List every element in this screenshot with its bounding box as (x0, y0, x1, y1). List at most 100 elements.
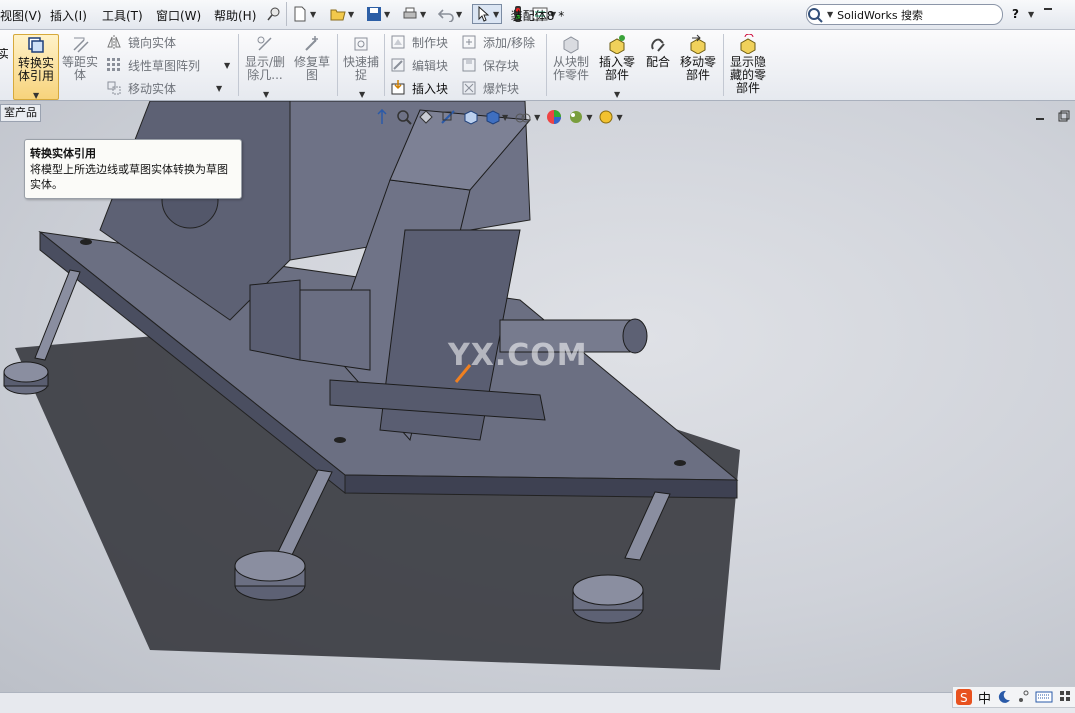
svg-text:S: S (960, 691, 968, 705)
tooltip-description: 将模型上所选边线或草图实体转换为草图实体。 (30, 163, 228, 191)
convert-entities-label: 转换实体引用 (17, 56, 54, 83)
mate-icon (651, 38, 665, 52)
insert-component-label: 插入零部件 (598, 55, 635, 82)
show-hidden-components-button[interactable]: 显示隐藏的零部件 (727, 34, 769, 95)
mirror-entities-button[interactable]: 镜向实体 (106, 32, 176, 52)
linear-pattern-dropdown-icon[interactable]: ▼ (224, 61, 230, 70)
options-button[interactable]: ▼ (532, 4, 556, 24)
minimize-icon[interactable] (1044, 8, 1052, 11)
move-entities-label: 移动实体 (128, 81, 177, 96)
mate-button[interactable]: 配合 (642, 34, 674, 69)
view-settings-icon[interactable] (598, 109, 614, 125)
undo-button[interactable]: ▼ (438, 4, 462, 24)
display-style-icon[interactable] (484, 109, 500, 125)
select-button[interactable]: ▼ (472, 4, 503, 24)
quick-snaps-label: 快速捕捉 (342, 55, 379, 82)
viewport-minimize-icon[interactable] (1036, 118, 1044, 120)
print-button[interactable]: ▼ (402, 4, 426, 24)
repair-sketch-label: 修复草图 (293, 55, 330, 82)
repair-sketch-icon (305, 36, 318, 51)
make-part-label: 从块制作零件 (552, 55, 589, 82)
menu-window[interactable]: 窗口(W) (156, 7, 201, 24)
insert-component-button[interactable]: 插入零部件 ▼ (596, 34, 638, 99)
ime-mode-label[interactable]: 中 (978, 688, 991, 707)
make-part-icon (563, 36, 579, 54)
save-button[interactable]: ▼ (366, 4, 390, 24)
sogou-logo-icon: S (956, 689, 972, 705)
command-tooltip: 转换实体引用 将模型上所选边线或草图实体转换为草图实体。 (24, 139, 242, 199)
previous-view-icon[interactable] (418, 109, 434, 125)
move-component-button[interactable]: 移动零部件 (677, 34, 719, 82)
mirror-icon (107, 35, 121, 49)
convert-entities-button[interactable]: 转换实体引用 ▼ (13, 34, 59, 100)
move-component-icon (690, 34, 706, 54)
quick-snaps-dropdown-icon[interactable]: ▼ (359, 88, 365, 101)
grid-icon[interactable] (1059, 690, 1073, 704)
open-button[interactable]: ▼ (330, 4, 354, 24)
save-block-button[interactable]: 保存块 (461, 55, 519, 75)
rebuild-icon[interactable] (510, 4, 526, 24)
make-block-label: 制作块 (412, 35, 449, 50)
view-orientation-icon[interactable] (462, 109, 478, 125)
insert-block-button[interactable]: 插入块 (390, 78, 448, 98)
search-input[interactable]: SolidWorks 搜索 (837, 7, 923, 23)
menu-insert[interactable]: 插入(I) (50, 7, 87, 24)
help-button[interactable]: ? (1012, 7, 1019, 21)
section-view-icon[interactable] (440, 109, 456, 125)
show-hidden-label: 显示隐藏的零部件 (729, 55, 766, 95)
feature-tree-tab[interactable]: 室产品 (0, 104, 41, 122)
mirror-entities-label: 镜向实体 (128, 35, 177, 50)
show-delete-relations-button[interactable]: 显示/删除几... ▼ (242, 34, 288, 99)
make-block-button[interactable]: 制作块 (390, 32, 448, 52)
edit-block-button[interactable]: 编辑块 (390, 55, 448, 75)
insert-component-icon (609, 35, 625, 54)
viewport-restore-icon[interactable] (1058, 110, 1070, 122)
mate-label: 配合 (645, 55, 670, 69)
move-component-label: 移动零部件 (679, 55, 716, 82)
add-remove-icon (462, 35, 476, 49)
quick-snaps-button[interactable]: 快速捕捉 ▼ (341, 34, 381, 99)
add-remove-button[interactable]: 添加/移除 (461, 32, 535, 52)
partial-command[interactable]: 实 (0, 48, 8, 61)
edit-appearance-icon[interactable] (546, 109, 562, 125)
move-entities-button[interactable]: 移动实体 ▼ (106, 78, 222, 98)
save-block-label: 保存块 (483, 58, 520, 73)
menu-view[interactable]: 视图(V) (0, 7, 42, 24)
hide-show-items-icon[interactable] (514, 109, 532, 125)
search-box[interactable]: ▼ SolidWorks 搜索 (806, 4, 1003, 25)
make-part-from-block-button[interactable]: 从块制作零件 (550, 34, 592, 82)
offset-entities-button[interactable]: 等距实体 (60, 34, 100, 82)
show-delete-dropdown-icon[interactable]: ▼ (263, 88, 269, 101)
apply-scene-icon[interactable] (568, 109, 584, 125)
insert-block-label: 插入块 (412, 81, 449, 96)
show-delete-label: 显示/删除几... (244, 55, 286, 82)
zoom-area-icon[interactable] (396, 109, 412, 125)
repair-sketch-button[interactable]: 修复草图 (292, 34, 332, 82)
zoom-to-fit-icon[interactable] (374, 109, 390, 125)
move-entities-icon (107, 81, 121, 95)
search-dropdown-icon[interactable]: ▼ (827, 10, 833, 19)
moon-icon[interactable] (997, 690, 1011, 704)
punctuation-icon[interactable] (1017, 690, 1029, 704)
command-manager: 实 转换实体引用 ▼ 等距实体 镜向实体 线性草图阵列 ▼ 移动实体 ▼ 显示/… (0, 30, 1075, 101)
menu-help[interactable]: 帮助(H) (214, 7, 256, 24)
help-dropdown-icon[interactable]: ▼ (1028, 10, 1034, 19)
linear-pattern-button[interactable]: 线性草图阵列 ▼ (106, 55, 230, 75)
pin-icon[interactable] (266, 4, 282, 24)
insert-component-dropdown-icon[interactable]: ▼ (614, 88, 620, 101)
ime-toolbar[interactable]: S 中 (952, 686, 1075, 708)
move-entities-dropdown-icon[interactable]: ▼ (216, 84, 222, 93)
keyboard-icon[interactable] (1035, 690, 1053, 704)
insert-block-icon (391, 80, 405, 95)
offset-entities-icon (73, 37, 89, 53)
explode-block-button[interactable]: 爆炸块 (461, 78, 519, 98)
show-hidden-icon (740, 34, 756, 54)
edit-block-label: 编辑块 (412, 58, 449, 73)
search-icon (808, 7, 823, 23)
new-document-button[interactable]: ▼ (292, 4, 316, 24)
convert-entities-icon (28, 37, 44, 53)
heads-up-view-toolbar: ▼ ▼ ▼ ▼ (374, 106, 623, 128)
menu-tools[interactable]: 工具(T) (102, 7, 143, 24)
quick-snaps-icon (354, 37, 368, 51)
tooltip-title: 转换实体引用 (30, 147, 96, 160)
